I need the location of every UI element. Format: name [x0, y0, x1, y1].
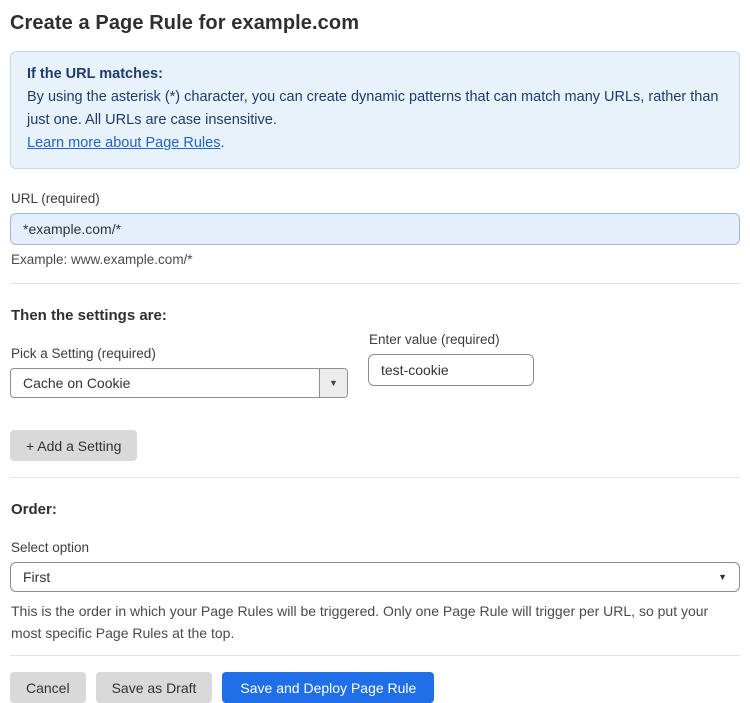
setting-picker-column: Pick a Setting (required) Cache on Cooki…	[10, 324, 348, 398]
url-example-hint: Example: www.example.com/*	[11, 252, 193, 267]
setting-value-column: Enter value (required)	[368, 332, 534, 398]
setting-select[interactable]: Cache on Cookie ▼	[10, 368, 348, 398]
divider	[10, 283, 740, 284]
save-as-draft-button[interactable]: Save as Draft	[95, 672, 213, 703]
learn-more-link[interactable]: Learn more about Page Rules	[27, 135, 220, 151]
page-title: Create a Page Rule for example.com	[10, 12, 360, 34]
order-section-heading: Order:	[11, 501, 57, 518]
setting-value-input[interactable]	[368, 354, 534, 386]
divider	[10, 477, 740, 478]
setting-picker-label: Pick a Setting (required)	[11, 346, 156, 361]
order-help-text: This is the order in which your Page Rul…	[11, 603, 709, 641]
setting-value-label: Enter value (required)	[369, 332, 500, 347]
cancel-button[interactable]: Cancel	[10, 672, 86, 703]
link-period: .	[220, 135, 225, 151]
divider	[10, 655, 740, 656]
setting-select-value: Cache on Cookie	[23, 375, 131, 391]
url-field-label: URL (required)	[11, 191, 100, 206]
settings-section-heading: Then the settings are:	[11, 307, 167, 324]
order-select-value: First	[23, 569, 51, 585]
order-select[interactable]: First ▼	[10, 562, 740, 592]
info-box-body: By using the asterisk (*) character, you…	[27, 89, 719, 128]
settings-row: Pick a Setting (required) Cache on Cooki…	[10, 324, 740, 398]
dropdown-arrow-icon: ▼	[718, 572, 727, 582]
add-setting-button[interactable]: + Add a Setting	[10, 430, 138, 461]
info-box-heading: If the URL matches:	[27, 66, 163, 82]
url-match-info-box: If the URL matches: By using the asteris…	[10, 51, 740, 169]
save-and-deploy-button[interactable]: Save and Deploy Page Rule	[222, 672, 435, 703]
footer-actions: Cancel Save as Draft Save and Deploy Pag…	[10, 672, 740, 703]
dropdown-arrow-icon[interactable]: ▼	[319, 369, 347, 397]
order-select-label: Select option	[11, 540, 90, 555]
info-box-link-line: Learn more about Page Rules.	[27, 132, 723, 155]
url-input[interactable]	[10, 213, 740, 245]
